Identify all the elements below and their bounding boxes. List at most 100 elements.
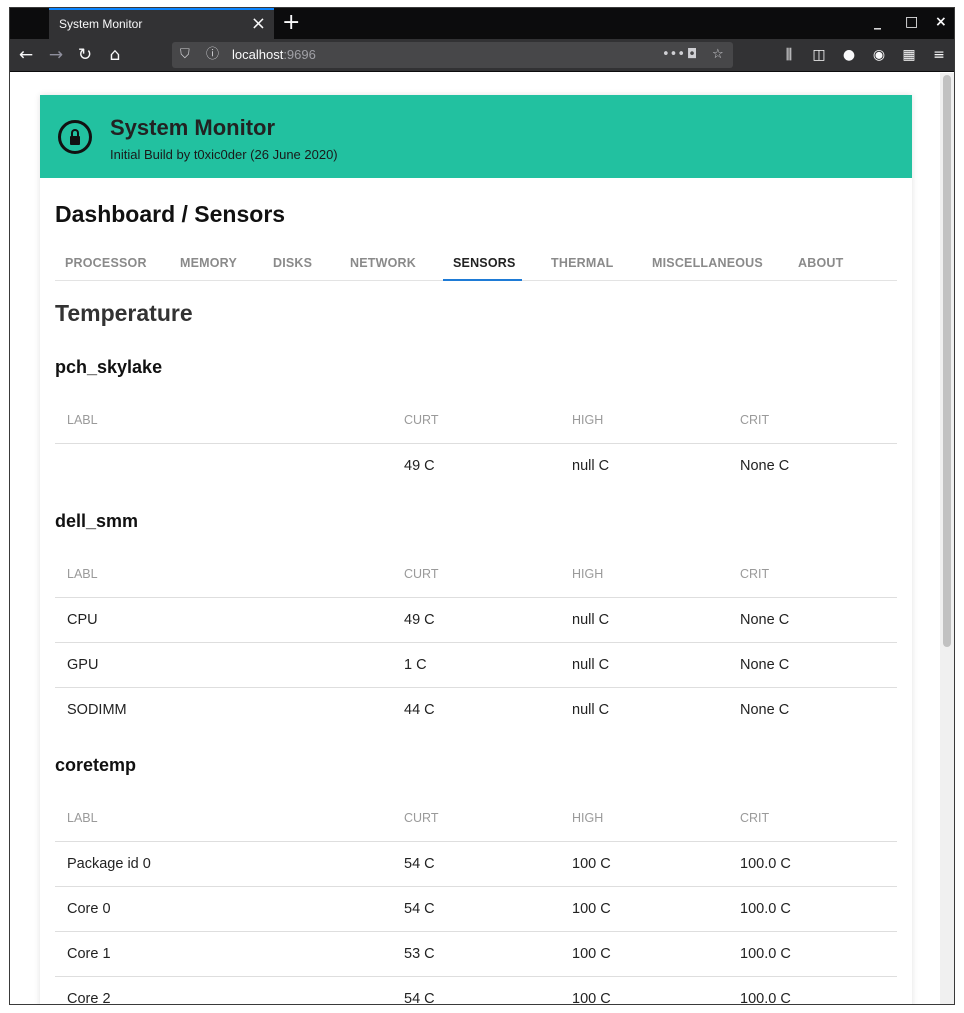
cell-label: Core 1: [55, 931, 392, 977]
section-tabs: PROCESSOR MEMORY DISKS NETWORK SENSORS T…: [55, 248, 897, 281]
close-window-icon[interactable]: ×: [935, 12, 947, 32]
column-header-critical: CRIT: [728, 552, 897, 598]
browser-tab-strip: System Monitor × + _ □ ×: [10, 8, 954, 39]
cell-critical: 100.0 C: [728, 886, 897, 932]
cell-current: 54 C: [404, 990, 435, 1005]
cell-current: 49 C: [392, 597, 560, 643]
cell-current: 49 C: [404, 457, 435, 474]
table-row: Package id 0 54 C 100 C 100.0 C: [55, 841, 897, 887]
column-header-critical: CRIT: [728, 398, 897, 444]
cell-current: 53 C: [392, 931, 560, 977]
page-actions-icon[interactable]: •••: [662, 46, 685, 64]
tab-about[interactable]: ABOUT: [798, 256, 843, 270]
cell-label: Core 0: [55, 886, 392, 932]
cell-critical: 100.0 C: [728, 841, 897, 887]
url-bar[interactable]: ⛉ ⓘ localhost:9696 ••• ◘ ☆: [172, 42, 733, 68]
table-row: SODIMM 44 C null C None C: [55, 687, 897, 732]
cell-label: CPU: [55, 597, 392, 643]
header-banner: System Monitor Initial Build by t0xic0de…: [40, 95, 912, 178]
column-header-high: HIGH: [560, 552, 728, 598]
extension-icon[interactable]: ◉: [869, 45, 889, 65]
sensor-group-title: dell_smm: [55, 511, 139, 531]
cell-critical: None C: [728, 642, 897, 688]
cell-label: Core 2: [67, 990, 111, 1005]
cell-label: SODIMM: [67, 701, 127, 718]
shield-icon[interactable]: ⛉: [180, 46, 190, 64]
url-port: :9696: [283, 47, 316, 62]
sensor-table: LABL CURT HIGH CRIT CPU 49 C null C None…: [55, 552, 897, 732]
column-header-current: CURT: [392, 398, 560, 444]
url-host: localhost: [232, 47, 284, 62]
cell-label: [55, 443, 392, 488]
tab-processor[interactable]: PROCESSOR: [65, 256, 147, 270]
navigation-toolbar: ← → ↻ ⌂ ⛉ ⓘ localhost:9696 ••• ◘ ☆ ⫼ ◫ ●…: [10, 39, 954, 72]
lock-icon: [58, 120, 92, 154]
sidebar-icon[interactable]: ◫: [809, 45, 829, 65]
cell-critical: None C: [740, 457, 790, 474]
column-header-current: CURT: [392, 552, 560, 598]
cell-current: 54 C: [392, 886, 560, 932]
menu-icon[interactable]: ≡: [929, 45, 949, 65]
active-tab-indicator: [443, 279, 522, 281]
cell-high: null C: [560, 642, 728, 688]
cell-current: 54 C: [392, 841, 560, 887]
main-card: System Monitor Initial Build by t0xic0de…: [40, 95, 912, 1005]
cell-current: 44 C: [404, 701, 435, 718]
cell-critical: None C: [728, 597, 897, 643]
tab-sensors[interactable]: SENSORS: [453, 256, 516, 270]
minimize-icon[interactable]: _: [874, 12, 881, 32]
app-title: System Monitor: [110, 115, 276, 140]
column-header-label: LABL: [55, 796, 392, 842]
cell-critical: None C: [740, 701, 790, 718]
close-tab-icon[interactable]: ×: [251, 13, 266, 35]
new-tab-icon[interactable]: +: [282, 10, 300, 36]
cell-high: null C: [572, 701, 610, 718]
cell-high: 100 C: [560, 931, 728, 977]
cell-high: 100 C: [560, 841, 728, 887]
tab-memory[interactable]: MEMORY: [180, 256, 237, 270]
profile-avatar-icon[interactable]: ●: [839, 45, 859, 65]
tab-thermal[interactable]: THERMAL: [551, 256, 614, 270]
url-text[interactable]: localhost:9696: [232, 47, 316, 62]
section-title: Temperature: [55, 300, 193, 326]
sensor-group-title: pch_skylake: [55, 357, 163, 377]
reload-icon[interactable]: ↻: [74, 45, 96, 65]
vertical-scrollbar[interactable]: [940, 73, 954, 1004]
browser-window: System Monitor × + _ □ × ← → ↻ ⌂ ⛉ ⓘ loc…: [9, 7, 955, 1005]
sensor-group-title: coretemp: [55, 755, 137, 775]
forward-icon[interactable]: →: [45, 45, 67, 65]
table-row: Core 0 54 C 100 C 100.0 C: [55, 886, 897, 932]
cell-high: null C: [572, 457, 610, 474]
page-title: Dashboard / Sensors: [55, 201, 286, 227]
column-header-label: LABL: [55, 398, 392, 444]
column-header-critical: CRIT: [728, 796, 897, 842]
tab-disks[interactable]: DISKS: [273, 256, 312, 270]
column-header-current: CURT: [392, 796, 560, 842]
cell-high: null C: [560, 597, 728, 643]
puzzle-icon[interactable]: ▦: [899, 45, 919, 65]
maximize-icon[interactable]: □: [905, 12, 918, 32]
library-icon[interactable]: ⫼: [779, 45, 799, 65]
table-row: GPU 1 C null C None C: [55, 642, 897, 688]
column-header-high: HIGH: [560, 796, 728, 842]
column-header-high: HIGH: [560, 398, 728, 444]
app-subtitle: Initial Build by t0xic0der (26 June 2020…: [110, 147, 338, 162]
home-icon[interactable]: ⌂: [104, 45, 126, 65]
pocket-icon[interactable]: ◘: [687, 46, 697, 64]
table-header-row: LABL CURT HIGH CRIT: [55, 552, 897, 598]
back-icon[interactable]: ←: [15, 45, 37, 65]
table-row: 49 C null C None C: [55, 443, 897, 488]
bookmark-star-icon[interactable]: ☆: [712, 46, 724, 64]
table-row: Core 2 54 C 100 C 100.0 C: [55, 976, 897, 1005]
browser-tab[interactable]: System Monitor ×: [49, 8, 274, 39]
cell-current: 1 C: [392, 642, 560, 688]
tab-network[interactable]: NETWORK: [350, 256, 416, 270]
info-icon[interactable]: ⓘ: [206, 46, 219, 64]
cell-critical: 100.0 C: [728, 931, 897, 977]
browser-tab-title: System Monitor: [59, 17, 143, 31]
tab-miscellaneous[interactable]: MISCELLANEOUS: [652, 256, 763, 270]
cell-label: Package id 0: [55, 841, 392, 887]
table-row: Core 1 53 C 100 C 100.0 C: [55, 931, 897, 977]
sensor-table: LABL CURT HIGH CRIT 49 C null C None C: [55, 398, 897, 488]
scrollbar-thumb[interactable]: [943, 75, 951, 647]
